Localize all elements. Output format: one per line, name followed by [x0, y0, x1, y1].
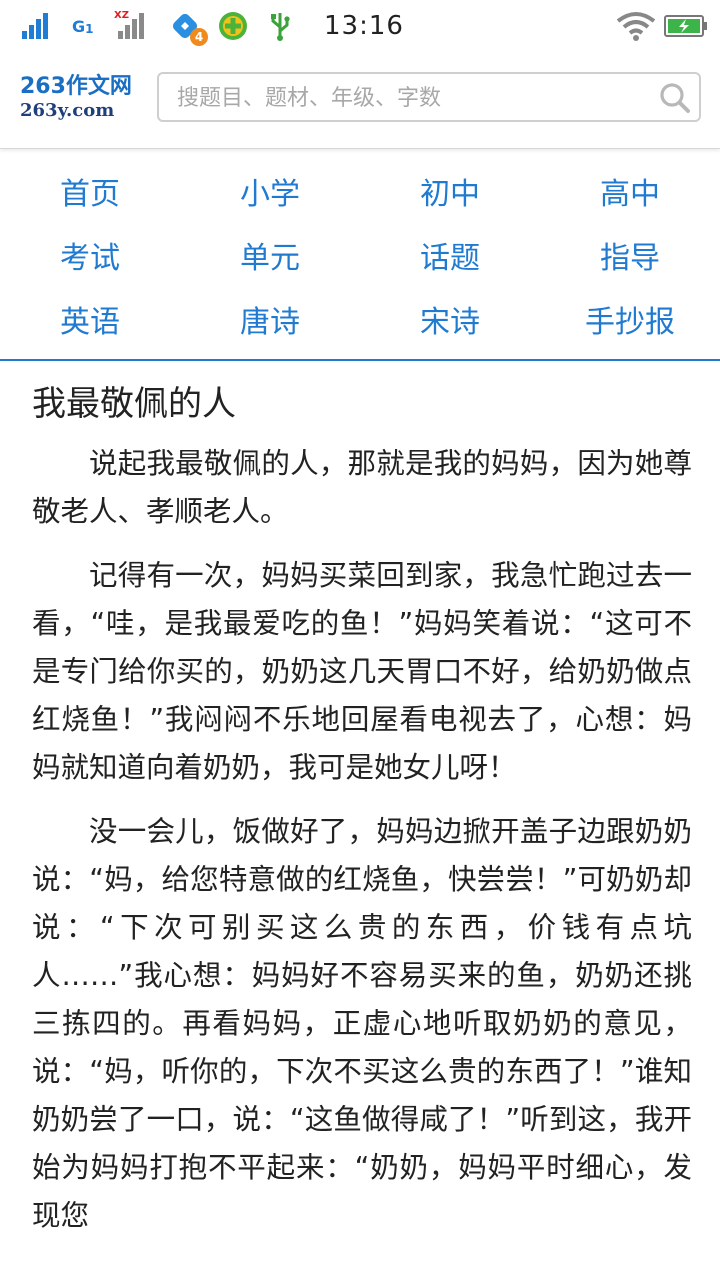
usb-icon [268, 0, 292, 52]
nav-item-english[interactable]: 英语 [0, 288, 180, 350]
category-nav: 首页 小学 初中 高中 考试 单元 话题 指导 英语 唐诗 宋诗 手抄报 [0, 160, 720, 358]
site-logo[interactable]: 263作文网 263y.com [20, 74, 140, 126]
app-notification-icon: 4 [172, 0, 208, 52]
status-bar: G1 XZ 4 13:16 [0, 0, 720, 52]
nav-item-guide[interactable]: 指导 [540, 224, 720, 286]
nav-item-primary[interactable]: 小学 [180, 160, 360, 222]
article-paragraph: 说起我最敬佩的人，那就是我的妈妈，因为她尊敬老人、孝顺老人。 [32, 447, 692, 528]
article-paragraph: 记得有一次，妈妈买菜回到家，我急忙跑过去一看，“哇，是我最爱吃的鱼！”妈妈笑着说… [32, 559, 692, 784]
wifi-icon [616, 0, 656, 52]
search-input[interactable] [175, 74, 649, 122]
nav-item-handwritten-newspaper[interactable]: 手抄报 [540, 288, 720, 350]
signal-icon [22, 0, 48, 52]
battery-charging-icon [664, 0, 708, 52]
network-g1-icon: G1 [72, 16, 94, 37]
article-title: 我最敬佩的人 [32, 384, 236, 424]
clock: 13:16 [324, 11, 404, 41]
nav-item-tang-poems[interactable]: 唐诗 [180, 288, 360, 350]
article-paragraph: 没一会儿，饭做好了，妈妈边掀开盖子边跟奶奶说：“妈，给您特意做的红烧鱼，快尝尝！… [32, 815, 692, 1232]
app-header: 263作文网 263y.com [0, 52, 720, 149]
nav-item-home[interactable]: 首页 [0, 160, 180, 222]
search-box [157, 72, 701, 122]
nav-item-junior-high[interactable]: 初中 [360, 160, 540, 222]
nav-item-song-poems[interactable]: 宋诗 [360, 288, 540, 350]
nav-item-exam[interactable]: 考试 [0, 224, 180, 286]
nav-item-senior-high[interactable]: 高中 [540, 160, 720, 222]
nav-divider [0, 359, 720, 361]
search-icon[interactable] [659, 82, 691, 114]
signal-xz-icon: XZ [114, 0, 154, 52]
security-app-icon [218, 0, 248, 52]
nav-item-unit[interactable]: 单元 [180, 224, 360, 286]
nav-item-topic[interactable]: 话题 [360, 224, 540, 286]
article: 我最敬佩的人 说起我最敬佩的人，那就是我的妈妈，因为她尊敬老人、孝顺老人。 记得… [32, 372, 692, 1256]
